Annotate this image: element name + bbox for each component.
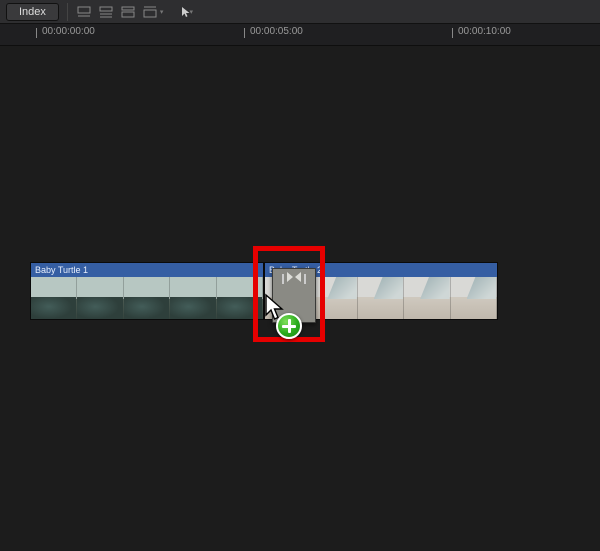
chevron-down-icon[interactable]: ▾ — [189, 8, 193, 16]
primary-storyline[interactable]: Baby Turtle 1 Baby Turtle 2 — [30, 262, 498, 320]
transition-drop-preview[interactable] — [272, 268, 316, 323]
select-tool[interactable]: ▾ — [181, 6, 193, 18]
ruler-tick: 00:00:05:00 — [250, 26, 303, 37]
clip-thumbnail — [358, 277, 404, 320]
chevron-down-icon[interactable]: ▾ — [160, 8, 164, 16]
timeline-area[interactable]: Baby Turtle 1 Baby Turtle 2 — [0, 46, 600, 551]
clip-thumbnail — [31, 277, 77, 320]
index-button[interactable]: Index — [6, 3, 59, 21]
toolbar-divider — [67, 3, 68, 21]
clip-view-2-icon[interactable] — [98, 5, 114, 19]
clip-view-3-icon[interactable] — [120, 5, 136, 19]
clip-thumbnail — [404, 277, 450, 320]
ruler-tick: 00:00:10:00 — [458, 26, 511, 37]
transition-handle-icon — [282, 274, 284, 284]
clip-thumbnails — [31, 277, 263, 320]
clip-title: Baby Turtle 1 — [31, 263, 263, 277]
clip-thumbnail — [217, 277, 263, 320]
transition-handle-icon — [304, 274, 306, 284]
clip-view-4-icon[interactable] — [142, 5, 158, 19]
clip-thumbnail — [170, 277, 216, 320]
transition-icon — [287, 272, 301, 285]
timeline-ruler[interactable]: 00:00:00:00 00:00:05:00 00:00:10:00 — [0, 24, 600, 46]
clip-baby-turtle-1[interactable]: Baby Turtle 1 — [30, 262, 264, 320]
clip-appearance-icons: ▾ — [76, 5, 164, 19]
clip-thumbnail — [77, 277, 123, 320]
clip-thumbnail — [124, 277, 170, 320]
timeline-toolbar: Index ▾ ▾ — [0, 0, 600, 24]
clip-view-1-icon[interactable] — [76, 5, 92, 19]
ruler-tick: 00:00:00:00 — [42, 26, 95, 37]
clip-thumbnail — [311, 277, 357, 320]
clip-thumbnail — [451, 277, 497, 320]
